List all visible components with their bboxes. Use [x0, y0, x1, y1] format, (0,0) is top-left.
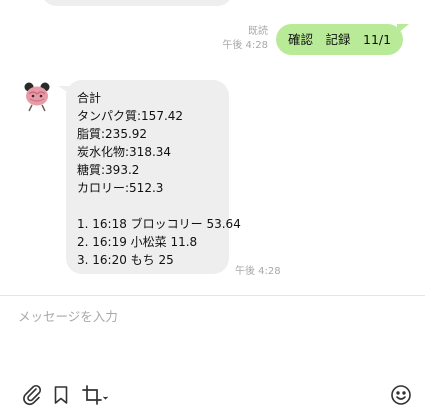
message-line-entry: 2. 16:19 小松菜 11.8 — [77, 235, 198, 249]
avatar-icon — [24, 82, 50, 112]
crop-icon[interactable] — [80, 383, 110, 407]
message-line-carbs: 炭水化物:318.34 — [77, 145, 172, 159]
message-line-fat: 脂質:235.92 — [77, 127, 148, 141]
message-line-total: 合計 — [77, 91, 102, 105]
chat-area: 既読 午後 4:28 確認 記録 11/1 合計 タンパク質:157.42 脂質… — [0, 0, 425, 296]
message-line-entry: 3. 16:20 もち 25 — [77, 253, 174, 267]
received-message-bubble[interactable]: 合計 タンパク質:157.42 脂質:235.92 炭水化物:318.34 糖質… — [66, 80, 241, 274]
read-status: 既読 — [248, 26, 268, 37]
received-time: 午後 4:28 — [235, 266, 281, 277]
avatar[interactable] — [20, 79, 54, 113]
sent-message-bubble[interactable]: 確認 記録 11/1 — [276, 24, 403, 55]
sent-time: 午後 4:28 — [222, 40, 268, 51]
sent-message-meta: 既読 午後 4:28 — [222, 25, 268, 53]
message-line-protein: タンパク質:157.42 — [77, 109, 184, 123]
paperclip-icon[interactable] — [20, 383, 44, 407]
composer-divider — [0, 295, 425, 296]
message-line-calories: カロリー:512.3 — [77, 181, 164, 195]
smiley-icon[interactable] — [389, 383, 413, 407]
previous-message-bubble — [42, 0, 232, 6]
message-input[interactable]: メッセージを入力 — [18, 306, 118, 325]
bookmark-icon[interactable] — [49, 383, 73, 407]
message-line-entry: 1. 16:18 ブロッコリー 53.64 — [77, 217, 241, 231]
message-line-blank — [77, 197, 218, 215]
message-line-sugar: 糖質:393.2 — [77, 163, 140, 177]
